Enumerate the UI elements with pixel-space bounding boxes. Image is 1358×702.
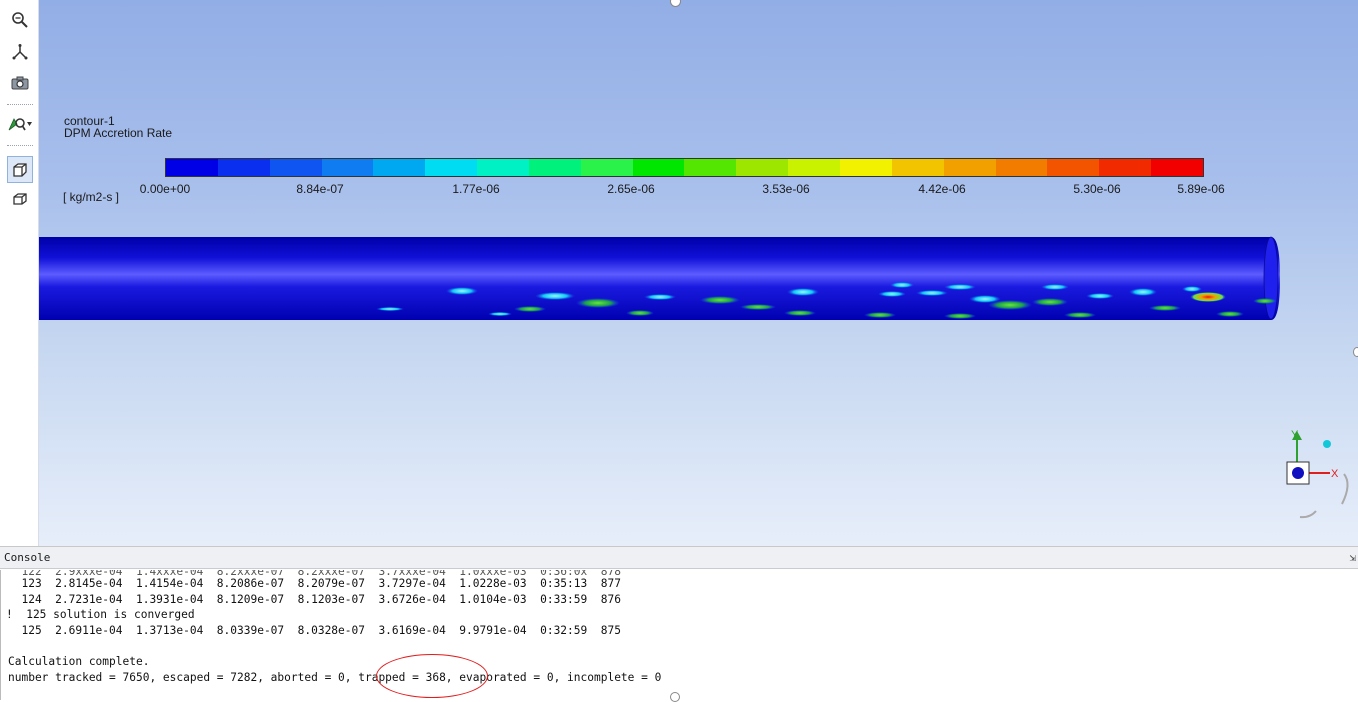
legend-title: contour-1 DPM Accretion Rate [64,115,172,139]
triad-x-label: X [1331,468,1339,480]
graphics-viewport[interactable]: contour-1 DPM Accretion Rate [ kg/m2-s ]… [0,0,1358,546]
accretion-hotspot [1182,286,1202,292]
view-box-alt-icon[interactable] [7,187,33,211]
accretion-hotspot [488,312,512,316]
colorbar-segment [166,159,218,176]
top-resize-handle[interactable] [670,0,681,7]
colorbar-segment [891,159,944,176]
colorbar-segment [321,159,374,176]
triad-y-label: Y [1291,429,1299,441]
accretion-hotspot [988,300,1032,310]
console-line: 125 2.6911e-04 1.3713e-04 8.0339e-07 8.0… [8,624,621,637]
accretion-hotspot [535,292,575,300]
accretion-hotspot [514,306,546,312]
colorbar-tick-label: 5.30e-06 [1073,182,1121,196]
accretion-hotspot [1216,311,1244,317]
colorbar-segment [684,159,737,176]
colorbar-tick-label: 1.77e-06 [452,182,500,196]
accretion-hotspot [446,287,478,295]
colorbar-tick-label: 0.00e+00 [139,182,191,196]
colorbar-segment [1099,159,1152,176]
accretion-hotspot [1032,298,1068,306]
colorbar-segment [632,159,685,176]
console-line: number tracked = 7650, escaped = 7282, a… [8,671,662,684]
fit-axes-icon[interactable] [7,40,33,64]
accretion-hotspot [1129,288,1157,296]
colorbar-tick-label: 8.84e-07 [296,182,344,196]
legend-unit: [ kg/m2-s ] [63,190,120,204]
accretion-hotspot [787,288,819,296]
accretion-hotspot [644,294,676,300]
accretion-hotspot [1149,305,1181,311]
accretion-hotspot [878,291,906,297]
colorbar-segment [373,159,426,176]
accretion-hotspot [944,284,976,290]
accretion-hotspot [784,310,816,316]
colorbar-segment [1047,159,1100,176]
toolbar-separator [7,145,33,146]
console-panel[interactable]: Console ⇲ 122 2.9xxxe-04 1.4xxxe-04 8.2x… [0,546,1358,702]
colorbar-segment [477,159,529,176]
accretion-hotspot [1086,293,1114,299]
accretion-hotspot [626,310,654,316]
colorbar-tick-label: 4.42e-06 [918,182,966,196]
colorbar-segment [425,159,478,176]
accretion-hotspot [864,312,896,318]
colorbar-segment [788,159,840,176]
colorbar-segment [995,159,1048,176]
colorbar [165,158,1204,177]
colorbar-segment [580,159,633,176]
colorbar-segment [217,159,270,176]
camera-icon[interactable] [7,71,33,95]
colorbar-tick-label: 2.65e-06 [607,182,655,196]
accretion-hotspot [944,313,976,319]
pipe-contour[interactable] [0,230,1290,330]
colorbar-segment [528,159,581,176]
toolbar-separator [7,104,33,105]
console-output[interactable]: 122 2.9xxxe-04 1.4xxxe-04 8.2xxxe-07 8.2… [0,570,1357,700]
colorbar-segment [736,159,789,176]
accretion-hotspot [740,304,776,310]
view-box-icon[interactable] [7,156,33,183]
accretion-hotspot [1253,298,1277,304]
trapped-highlight-annotation [376,654,488,698]
accretion-hotspot [1064,312,1096,318]
accretion-hotspot [916,290,948,296]
colorbar-segment [839,159,892,176]
accretion-hotspot [576,298,620,308]
probe-icon[interactable] [7,112,33,136]
colorbar-segment [1151,159,1203,176]
console-line: ! 125 solution is converged [6,608,195,621]
colorbar-segment [269,159,322,176]
console-line: 123 2.8145e-04 1.4154e-04 8.2086e-07 8.2… [8,577,621,590]
zoom-icon[interactable] [7,8,33,32]
accretion-hotspot [376,307,404,311]
colorbar-tick-label: 3.53e-06 [762,182,810,196]
console-title: Console [4,551,51,564]
console-line: Calculation complete. [8,655,150,668]
colorbar-tick-label: 5.89e-06 [1177,182,1225,196]
contour-variable: DPM Accretion Rate [64,126,173,140]
console-line: 124 2.7231e-04 1.3931e-04 8.1209e-07 8.1… [8,593,621,606]
accretion-hotspot [890,282,914,288]
colorbar-segment [943,159,996,176]
pin-icon[interactable]: ⇲ [1349,551,1356,564]
accretion-hotspot [1041,284,1069,290]
accretion-hotspot [1190,292,1226,302]
axis-triad[interactable]: Y X [1278,426,1358,526]
right-resize-handle[interactable] [1353,347,1358,357]
accretion-hotspot [700,296,740,304]
console-header: Console ⇲ [0,547,1358,569]
